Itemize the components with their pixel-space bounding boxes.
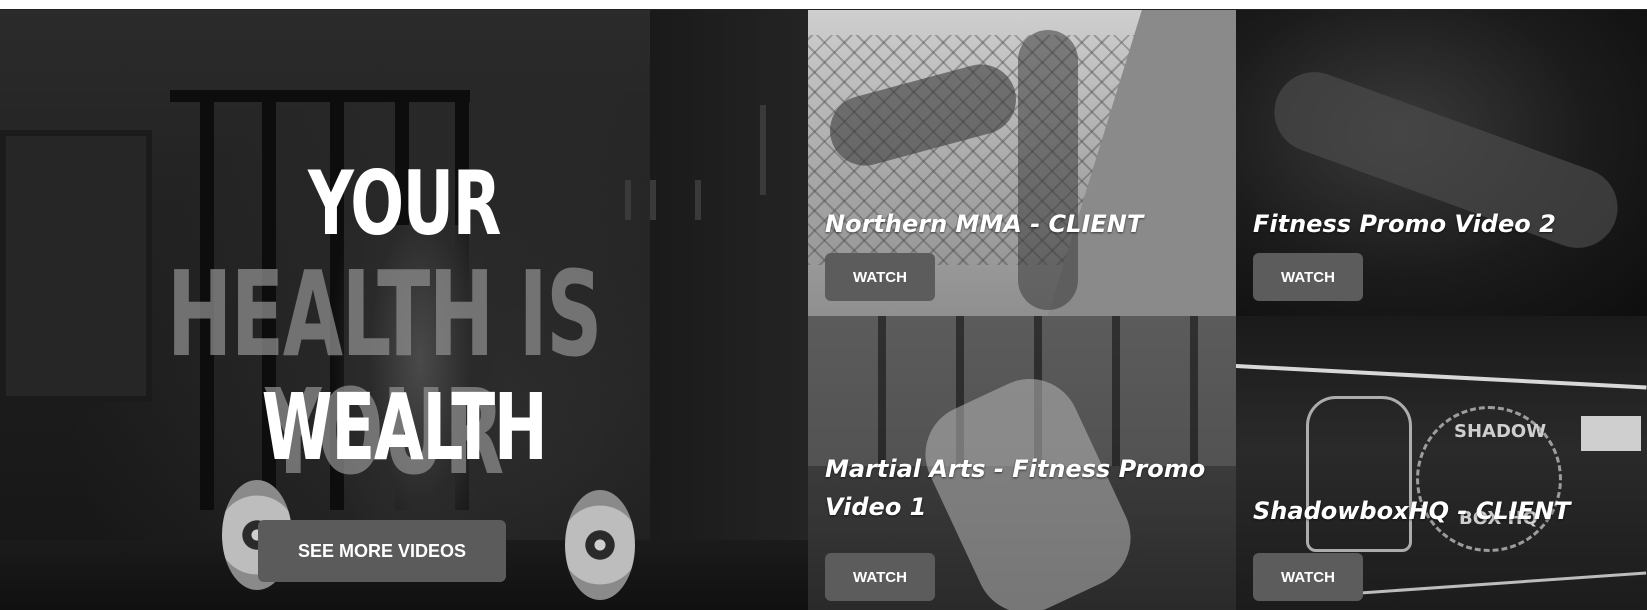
hero-panel: YOUR HEALTH IS YOUR WEALTH SEE MORE VIDE… bbox=[0, 10, 808, 610]
watch-button[interactable]: WATCH bbox=[825, 253, 935, 301]
video-tile-northern-mma[interactable]: Northern MMA - CLIENT WATCH bbox=[808, 10, 1236, 316]
weight-plate bbox=[565, 490, 635, 600]
brick-wall bbox=[650, 10, 808, 610]
ceiling-light-strip bbox=[1236, 364, 1647, 390]
video-title: Fitness Promo Video 2 bbox=[1253, 210, 1556, 238]
video-gallery: YOUR HEALTH IS YOUR WEALTH SEE MORE VIDE… bbox=[0, 10, 1647, 610]
video-title-line2: Video 1 bbox=[825, 493, 927, 521]
video-tile-shadowboxhq[interactable]: SHADOW BOX HQ ShadowboxHQ - CLIENT WATCH bbox=[1236, 316, 1647, 610]
rack-beam bbox=[170, 90, 470, 102]
watch-button[interactable]: WATCH bbox=[1253, 553, 1363, 601]
hero-heading-line3: WEALTH bbox=[261, 374, 548, 481]
wall-screen bbox=[1581, 416, 1641, 451]
watch-button[interactable]: WATCH bbox=[1253, 253, 1363, 301]
top-divider bbox=[0, 0, 1647, 10]
hero-heading-line1: YOUR bbox=[308, 152, 501, 255]
barbell-rack-bar bbox=[760, 105, 766, 195]
video-tile-fitness-promo-2[interactable]: Fitness Promo Video 2 WATCH bbox=[1236, 10, 1647, 316]
video-title: Northern MMA - CLIENT bbox=[825, 210, 1144, 238]
barbell-rack-bar bbox=[695, 180, 701, 220]
logo-text-top: SHADOW bbox=[1454, 421, 1547, 442]
video-title-line1: Martial Arts - Fitness Promo bbox=[825, 455, 1206, 483]
watch-button[interactable]: WATCH bbox=[825, 553, 935, 601]
see-more-videos-button[interactable]: SEE MORE VIDEOS bbox=[258, 520, 506, 582]
video-title: ShadowboxHQ - CLIENT bbox=[1253, 497, 1571, 525]
video-tile-martial-arts[interactable]: Martial Arts - Fitness Promo Video 1 WAT… bbox=[808, 316, 1236, 610]
fighter-figure bbox=[1018, 30, 1078, 310]
